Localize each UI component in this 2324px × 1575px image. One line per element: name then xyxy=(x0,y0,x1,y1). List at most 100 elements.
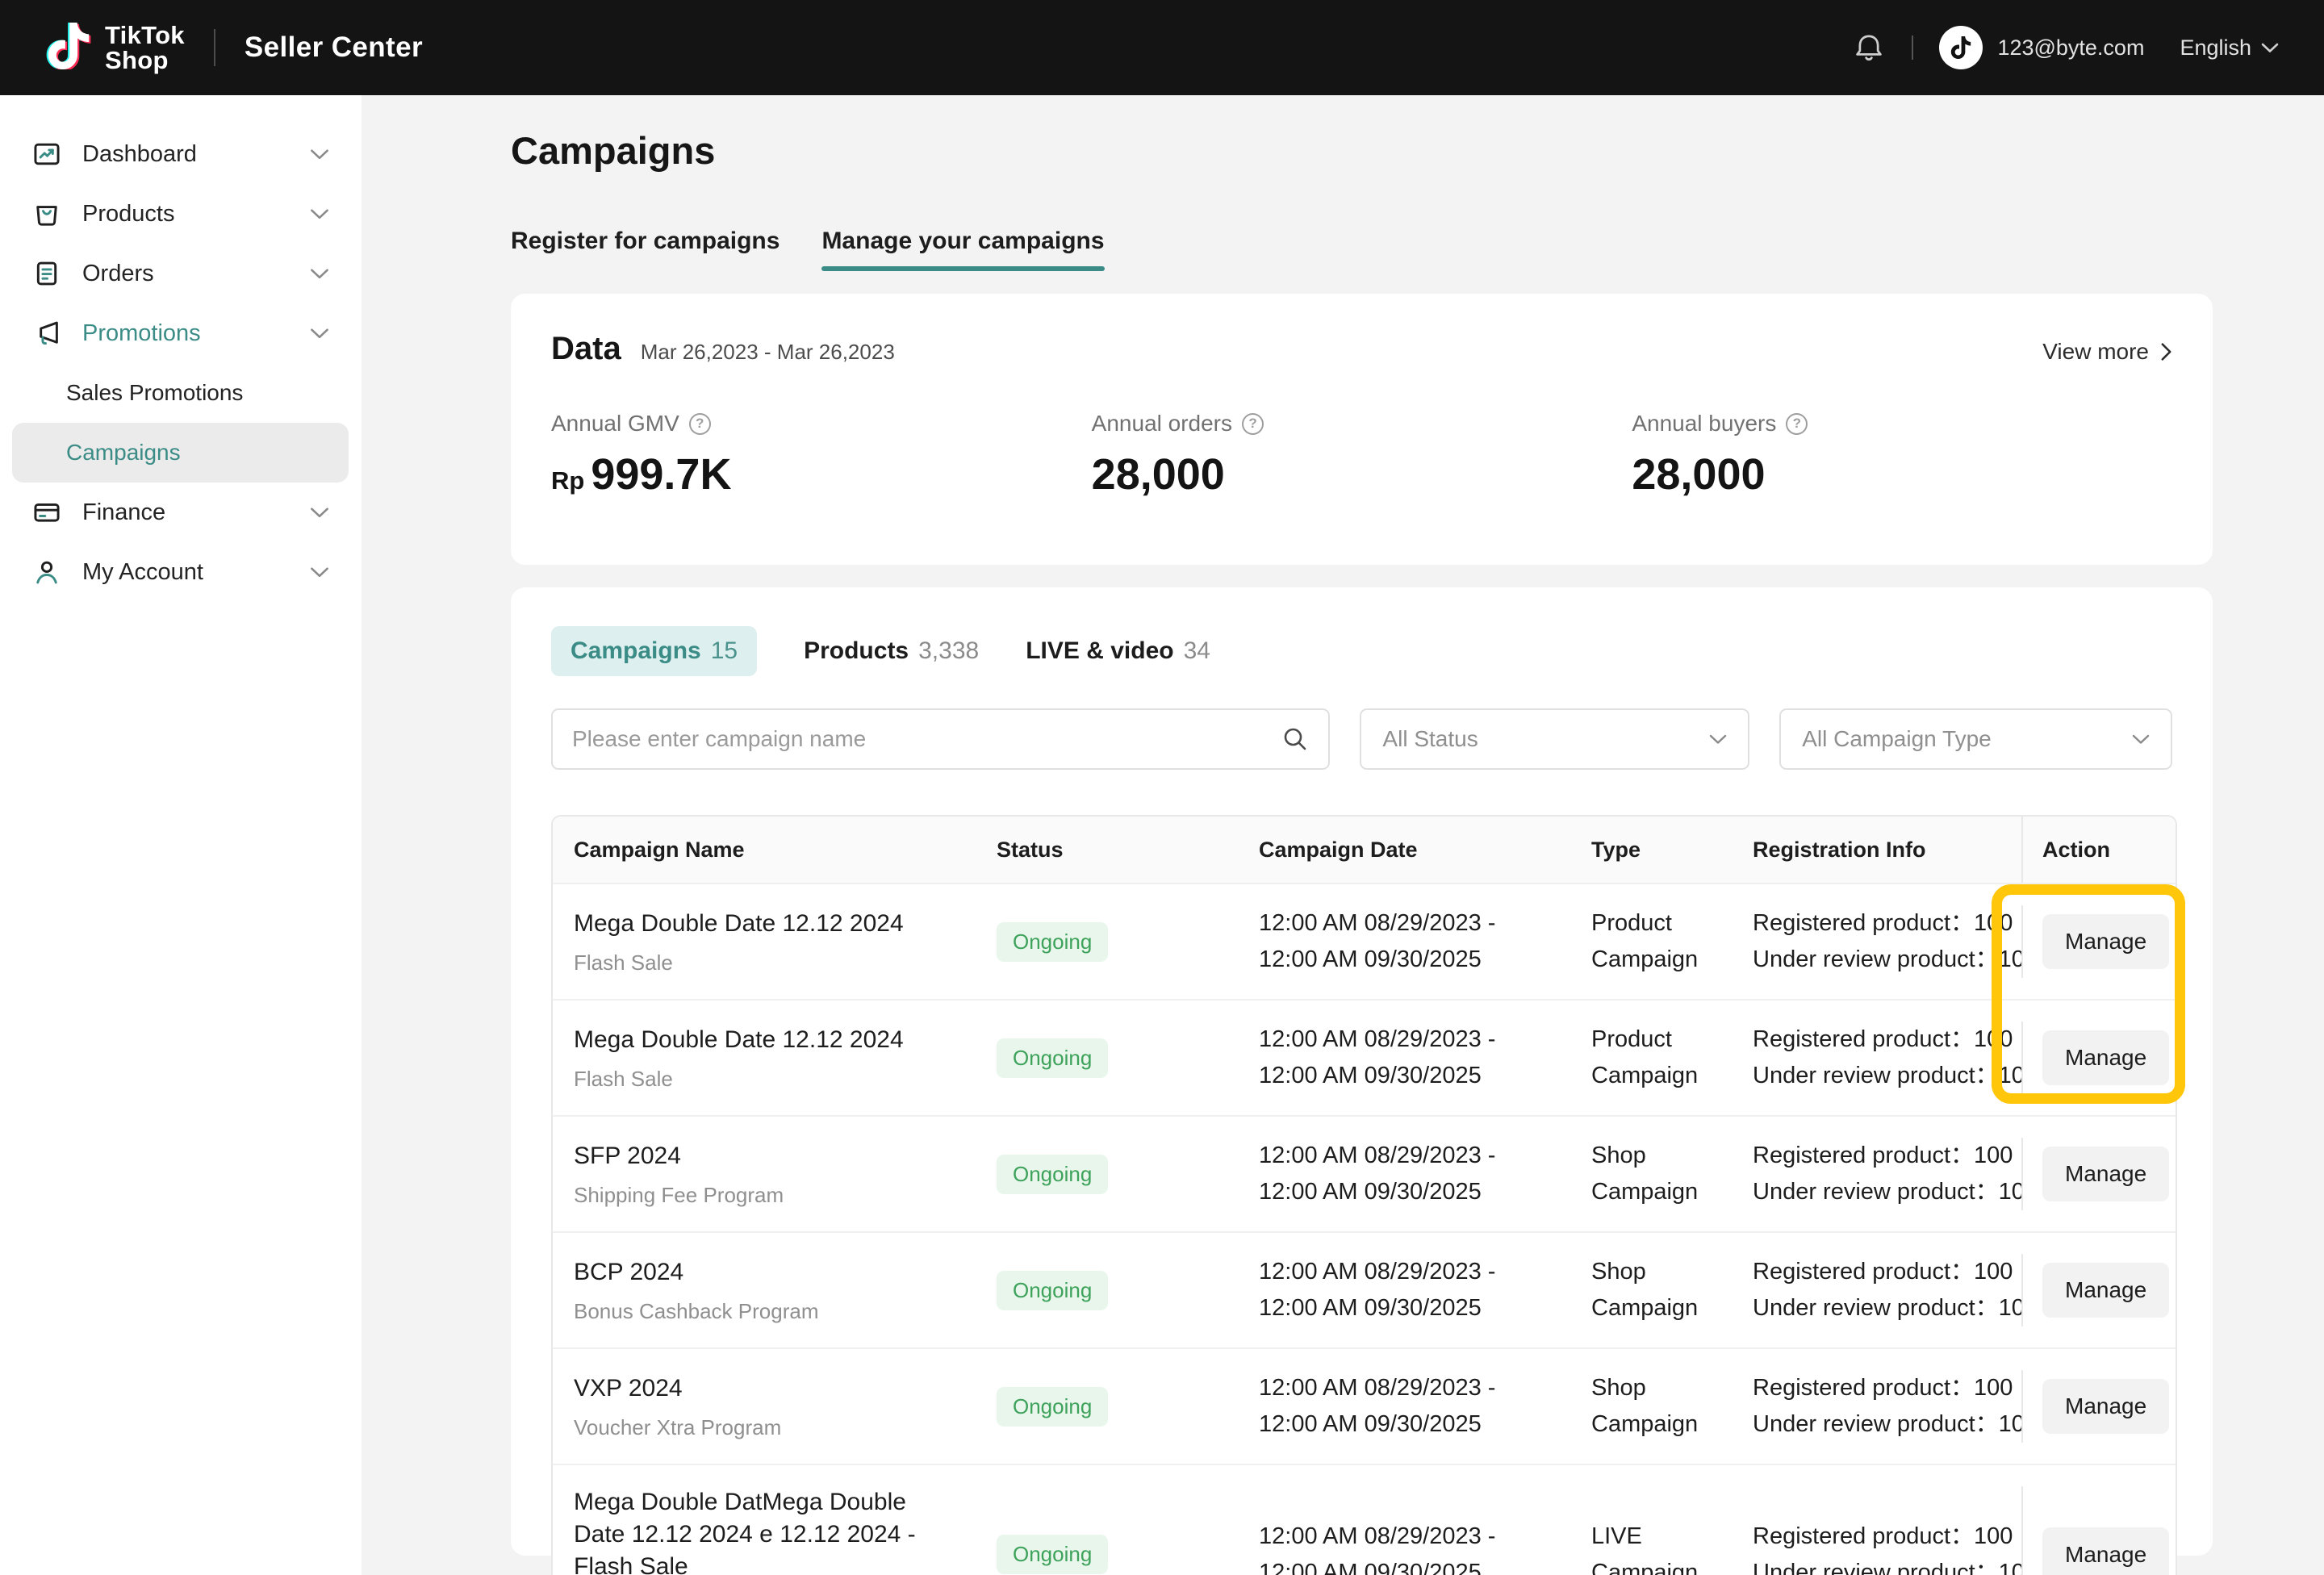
campaign-table: Campaign Name Status Campaign Date Type … xyxy=(551,815,2177,1575)
tiktok-shop-logo[interactable]: TikTok Shop xyxy=(45,23,185,73)
col-action: Action xyxy=(2021,817,2176,883)
live-video-count: 34 xyxy=(1184,637,1210,665)
filter-bar: All Status All Campaign Type xyxy=(551,708,2172,770)
chevron-down-icon xyxy=(310,507,329,519)
table-row: SFP 2024Shipping Fee Program Ongoing 12:… xyxy=(553,1115,2176,1231)
status-badge: Ongoing xyxy=(997,1271,1108,1310)
chevron-down-icon xyxy=(310,148,329,161)
page-title: Campaigns xyxy=(511,129,2213,173)
orders-icon xyxy=(32,259,61,288)
top-header: TikTok Shop Seller Center 123@byte.com E… xyxy=(0,0,2324,95)
tab-products[interactable]: Products 3,338 xyxy=(804,637,979,665)
sidebar-item-products[interactable]: Products xyxy=(0,184,362,244)
account-email[interactable]: 123@byte.com xyxy=(1997,36,2144,61)
campaign-type: Product Campaign xyxy=(1575,905,1737,978)
campaign-name[interactable]: SFP 2024 xyxy=(574,1140,961,1172)
question-circle-icon[interactable]: ? xyxy=(689,413,711,435)
account-icon xyxy=(32,558,61,587)
view-more-link[interactable]: View more xyxy=(2042,339,2172,365)
question-circle-icon[interactable]: ? xyxy=(1242,413,1264,435)
promotions-icon xyxy=(32,319,61,348)
campaign-name[interactable]: Mega Double Date 12.12 2024 xyxy=(574,908,961,940)
chevron-down-icon xyxy=(310,328,329,340)
campaign-type-filter-select[interactable]: All Campaign Type xyxy=(1779,708,2172,770)
manage-button[interactable]: Manage xyxy=(2042,1379,2169,1434)
table-row: Mega Double DatMega Double Date 12.12 20… xyxy=(553,1464,2176,1575)
table-row: VXP 2024Voucher Xtra Program Ongoing 12:… xyxy=(553,1347,2176,1464)
campaign-subtitle: Flash Sale xyxy=(574,1067,961,1092)
campaigns-count: 15 xyxy=(711,637,738,665)
stat-annual-buyers: Annual buyers ? 28,000 xyxy=(1632,411,2172,499)
campaign-name[interactable]: VXP 2024 xyxy=(574,1372,961,1405)
seller-center-title: Seller Center xyxy=(245,31,423,64)
chevron-down-icon xyxy=(310,268,329,280)
sidebar-item-sales-promotions[interactable]: Sales Promotions xyxy=(0,363,362,423)
campaign-name[interactable]: Mega Double DatMega Double Date 12.12 20… xyxy=(574,1486,961,1575)
header-divider xyxy=(214,29,215,66)
status-filter-select[interactable]: All Status xyxy=(1360,708,1749,770)
stat-value: 28,000 xyxy=(1632,449,1765,499)
table-row: Mega Double Date 12.12 2024 Flash Sale On… xyxy=(553,999,2176,1115)
tab-live-video[interactable]: LIVE & video 34 xyxy=(1026,637,1210,665)
tab-manage-your-campaigns[interactable]: Manage your campaigns xyxy=(821,228,1104,271)
col-status: Status xyxy=(980,838,1243,863)
registration-info: Registered product：100Under review produ… xyxy=(1737,1254,2021,1326)
stat-value: 28,000 xyxy=(1092,449,1225,499)
campaign-table-wrap: Campaign Name Status Campaign Date Type … xyxy=(551,815,2172,1575)
stat-annual-orders: Annual orders ? 28,000 xyxy=(1092,411,1632,499)
campaign-type: Product Campaign xyxy=(1575,1021,1737,1094)
campaign-search[interactable] xyxy=(551,708,1330,770)
registration-info: Registered product：100Under review produ… xyxy=(1737,1138,2021,1210)
campaign-type: Shop Campaign xyxy=(1575,1370,1737,1443)
sidebar-item-my-account[interactable]: My Account xyxy=(0,542,362,602)
chevron-down-icon xyxy=(310,566,329,579)
chevron-right-icon xyxy=(2160,341,2172,362)
registration-info: Registered product：100Under review produ… xyxy=(1737,1021,2021,1094)
question-circle-icon[interactable]: ? xyxy=(1786,413,1808,435)
search-input[interactable] xyxy=(572,726,1281,752)
manage-button[interactable]: Manage xyxy=(2042,1527,2169,1575)
brand-wordmark: TikTok Shop xyxy=(105,23,185,73)
language-label: English xyxy=(2180,36,2251,61)
col-campaign-date: Campaign Date xyxy=(1243,838,1575,863)
sidebar-item-finance[interactable]: Finance xyxy=(0,483,362,542)
registration-info: Registered product：100Under review produ… xyxy=(1737,1519,2021,1575)
tab-campaigns[interactable]: Campaigns 15 xyxy=(551,626,757,676)
chevron-down-icon xyxy=(310,208,329,220)
sidebar-item-promotions[interactable]: Promotions xyxy=(0,303,362,363)
table-header-row: Campaign Name Status Campaign Date Type … xyxy=(553,817,2176,883)
finance-icon xyxy=(32,498,61,527)
campaign-list-card: Campaigns 15 Products 3,338 LIVE & video… xyxy=(511,587,2213,1556)
data-summary-card: Data Mar 26,2023 - Mar 26,2023 View more… xyxy=(511,294,2213,565)
tab-register-for-campaigns[interactable]: Register for campaigns xyxy=(511,228,780,271)
col-campaign-name: Campaign Name xyxy=(553,838,980,863)
manage-button[interactable]: Manage xyxy=(2042,1263,2169,1318)
stat-annual-gmv: Annual GMV ? Rp 999.7K xyxy=(551,411,1092,499)
campaign-type: Shop Campaign xyxy=(1575,1138,1737,1210)
campaign-type: Shop Campaign xyxy=(1575,1254,1737,1326)
sidebar-item-dashboard[interactable]: Dashboard xyxy=(0,124,362,184)
search-icon[interactable] xyxy=(1281,725,1309,753)
notification-bell-icon[interactable] xyxy=(1852,31,1886,65)
stat-value: 999.7K xyxy=(591,449,731,499)
campaign-name[interactable]: BCP 2024 xyxy=(574,1256,961,1289)
campaign-subtitle: Shipping Fee Program xyxy=(574,1183,961,1208)
registration-info: Registered product：100Under review produ… xyxy=(1737,905,2021,978)
account-avatar[interactable] xyxy=(1939,26,1983,69)
status-badge: Ongoing xyxy=(997,1038,1108,1078)
manage-button[interactable]: Manage xyxy=(2042,1147,2169,1201)
chevron-down-icon xyxy=(1709,733,1727,745)
manage-button[interactable]: Manage xyxy=(2042,914,2169,969)
campaign-type: LIVE Campaign xyxy=(1575,1519,1737,1575)
page-tabs: Register for campaigns Manage your campa… xyxy=(511,228,2213,271)
manage-button[interactable]: Manage xyxy=(2042,1030,2169,1085)
campaign-subtitle: Bonus Cashback Program xyxy=(574,1299,961,1324)
sidebar-item-orders[interactable]: Orders xyxy=(0,244,362,303)
chevron-down-icon xyxy=(2132,733,2150,745)
campaign-subtitle: Voucher Xtra Program xyxy=(574,1415,961,1440)
status-badge: Ongoing xyxy=(997,1535,1108,1574)
language-selector[interactable]: English xyxy=(2180,36,2279,61)
campaign-name[interactable]: Mega Double Date 12.12 2024 xyxy=(574,1024,961,1056)
table-row: BCP 2024Bonus Cashback Program Ongoing 1… xyxy=(553,1231,2176,1347)
sidebar-item-campaigns[interactable]: Campaigns xyxy=(12,423,349,483)
